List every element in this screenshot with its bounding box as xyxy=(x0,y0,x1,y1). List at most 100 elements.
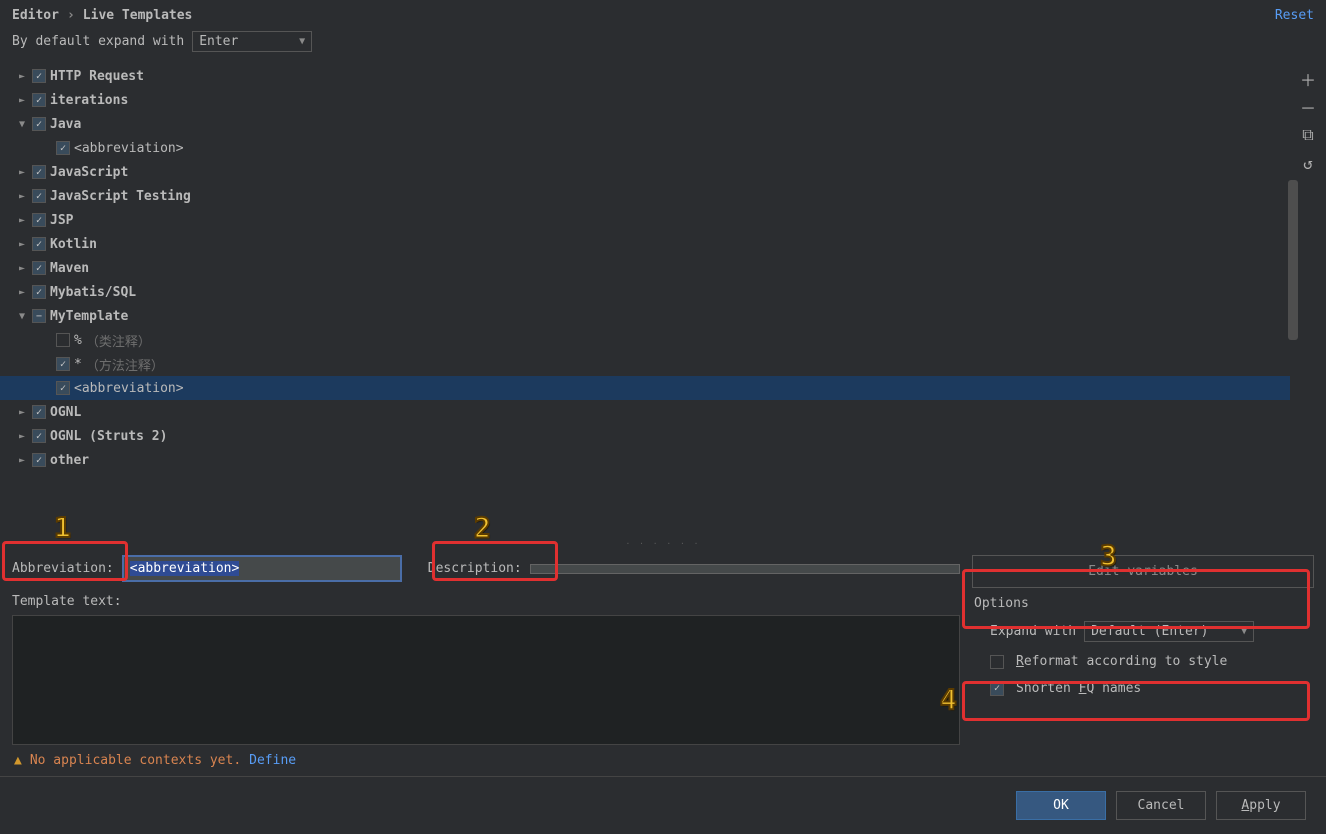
shorten-fq-label: Shorten FQ names xyxy=(1016,681,1141,696)
tree-checkbox[interactable]: ✓ xyxy=(32,189,46,203)
expand-icon[interactable]: ► xyxy=(16,95,28,106)
remove-icon[interactable]: － xyxy=(1299,98,1317,116)
breadcrumb: Editor › Live Templates xyxy=(12,8,192,23)
tree-label: % xyxy=(74,333,82,348)
expand-icon[interactable]: ► xyxy=(16,71,28,82)
tree-row[interactable]: ► ✓ HTTP Request xyxy=(0,64,1290,88)
expand-with-select[interactable]: Default (Enter) ▼ xyxy=(1084,621,1254,642)
tree-checkbox[interactable]: ✓ xyxy=(32,165,46,179)
undo-icon[interactable]: ↺ xyxy=(1299,154,1317,172)
scrollbar[interactable] xyxy=(1288,180,1298,340)
expand-icon[interactable]: ► xyxy=(16,239,28,250)
reformat-checkbox[interactable] xyxy=(990,655,1004,669)
tree-label: MyTemplate xyxy=(50,309,128,324)
tree-label: Maven xyxy=(50,261,89,276)
tree-checkbox[interactable]: ✓ xyxy=(32,285,46,299)
tree-checkbox[interactable]: ✓ xyxy=(32,237,46,251)
tree-label: JavaScript xyxy=(50,165,128,180)
expand-icon[interactable]: ► xyxy=(16,455,28,466)
default-expand-value: Enter xyxy=(199,34,238,49)
tree-row[interactable]: ✓ * （方法注释） xyxy=(0,352,1290,376)
add-icon[interactable]: ＋ xyxy=(1299,70,1317,88)
split-handle[interactable]: · · · · · · xyxy=(0,539,1326,547)
expand-icon[interactable]: ► xyxy=(16,191,28,202)
tree-checkbox[interactable]: ✓ xyxy=(56,141,70,155)
abbreviation-input[interactable]: <abbreviation> xyxy=(122,555,402,582)
tree-row[interactable]: ► ✓ Maven xyxy=(0,256,1290,280)
tree-checkbox[interactable]: ✓ xyxy=(32,453,46,467)
expand-icon[interactable]: ► xyxy=(16,167,28,178)
tree-row[interactable]: ▼✓ Java xyxy=(0,112,1290,136)
tree-row[interactable]: ►✓ Mybatis/SQL xyxy=(0,280,1290,304)
tree-checkbox[interactable]: ✓ xyxy=(32,117,46,131)
warning-icon: ▲ xyxy=(14,753,22,768)
default-expand-label: By default expand with xyxy=(12,34,184,49)
tree-row[interactable]: ▼− MyTemplate xyxy=(0,304,1290,328)
tree-row[interactable]: ► ✓ JavaScript xyxy=(0,160,1290,184)
expand-icon[interactable]: ► xyxy=(16,287,28,298)
apply-button[interactable]: Apply xyxy=(1216,791,1306,820)
tree-hint: （方法注释） xyxy=(86,355,164,374)
expand-icon[interactable]: ► xyxy=(16,215,28,226)
tree-label: JSP xyxy=(50,213,73,228)
tree-checkbox[interactable] xyxy=(56,333,70,347)
reformat-label: Reformat according to style xyxy=(1016,654,1227,669)
abbreviation-value: <abbreviation> xyxy=(130,561,240,576)
tree-checkbox[interactable]: ✓ xyxy=(32,405,46,419)
tree-checkbox[interactable]: − xyxy=(32,309,46,323)
tree-checkbox[interactable]: ✓ xyxy=(32,429,46,443)
tree-label: Kotlin xyxy=(50,237,97,252)
options-label: Options xyxy=(972,596,1314,611)
tree-checkbox[interactable]: ✓ xyxy=(32,213,46,227)
chevron-right-icon: › xyxy=(67,8,75,23)
expand-with-value: Default (Enter) xyxy=(1091,624,1208,639)
description-label: Description: xyxy=(428,561,522,576)
tree-row[interactable]: ► ✓ iterations xyxy=(0,88,1290,112)
tree-label: <abbreviation> xyxy=(74,141,184,156)
expand-icon[interactable]: ► xyxy=(16,263,28,274)
tree-row[interactable]: ✓ <abbreviation> xyxy=(0,376,1290,400)
edit-variables-button[interactable]: Edit variables xyxy=(972,555,1314,588)
chevron-down-icon: ▼ xyxy=(1241,626,1247,637)
tree-row[interactable]: ► ✓ OGNL xyxy=(0,400,1290,424)
tree-row[interactable]: ► ✓ Kotlin xyxy=(0,232,1290,256)
tree-row[interactable]: ► ✓ other xyxy=(0,448,1290,472)
tree-row[interactable]: ► ✓ JSP xyxy=(0,208,1290,232)
expand-icon[interactable]: ► xyxy=(16,407,28,418)
breadcrumb-live-templates[interactable]: Live Templates xyxy=(83,8,193,23)
define-link[interactable]: Define xyxy=(249,753,296,768)
tree-checkbox[interactable]: ✓ xyxy=(56,381,70,395)
default-expand-select[interactable]: Enter ▼ xyxy=(192,31,312,52)
tree-row[interactable]: ►✓ OGNL (Struts 2) xyxy=(0,424,1290,448)
warning-text: No applicable contexts yet. xyxy=(30,753,241,768)
tree-row[interactable]: ✓ <abbreviation> xyxy=(0,136,1290,160)
tree-checkbox[interactable]: ✓ xyxy=(56,357,70,371)
breadcrumb-editor[interactable]: Editor xyxy=(12,8,59,23)
tree-row[interactable]: ► ✓ JavaScript Testing xyxy=(0,184,1290,208)
template-tree[interactable]: ►✓ HTTP Request►✓ iterations▼✓ Java✓ <ab… xyxy=(0,60,1290,539)
abbreviation-label: Abbreviation: xyxy=(12,561,114,576)
tree-label: <abbreviation> xyxy=(74,381,184,396)
tree-label: iterations xyxy=(50,93,128,108)
collapse-icon[interactable]: ▼ xyxy=(16,311,28,322)
copy-icon[interactable]: ⧉ xyxy=(1299,126,1317,144)
tree-label: * xyxy=(74,357,82,372)
reset-link[interactable]: Reset xyxy=(1275,8,1314,23)
expand-icon[interactable]: ► xyxy=(16,431,28,442)
cancel-button[interactable]: Cancel xyxy=(1116,791,1206,820)
ok-button[interactable]: OK xyxy=(1016,791,1106,820)
tree-checkbox[interactable]: ✓ xyxy=(32,261,46,275)
chevron-down-icon: ▼ xyxy=(299,36,305,47)
collapse-icon[interactable]: ▼ xyxy=(16,119,28,130)
expand-with-label: Expand with xyxy=(990,624,1076,639)
tree-label: JavaScript Testing xyxy=(50,189,191,204)
template-text-input[interactable] xyxy=(12,615,960,745)
tree-label: HTTP Request xyxy=(50,69,144,84)
tree-checkbox[interactable]: ✓ xyxy=(32,93,46,107)
shorten-fq-checkbox[interactable]: ✓ xyxy=(990,682,1004,696)
tree-label: OGNL xyxy=(50,405,81,420)
tree-row[interactable]: %（类注释） xyxy=(0,328,1290,352)
description-input[interactable] xyxy=(530,564,960,574)
tree-checkbox[interactable]: ✓ xyxy=(32,69,46,83)
tree-label: other xyxy=(50,453,89,468)
